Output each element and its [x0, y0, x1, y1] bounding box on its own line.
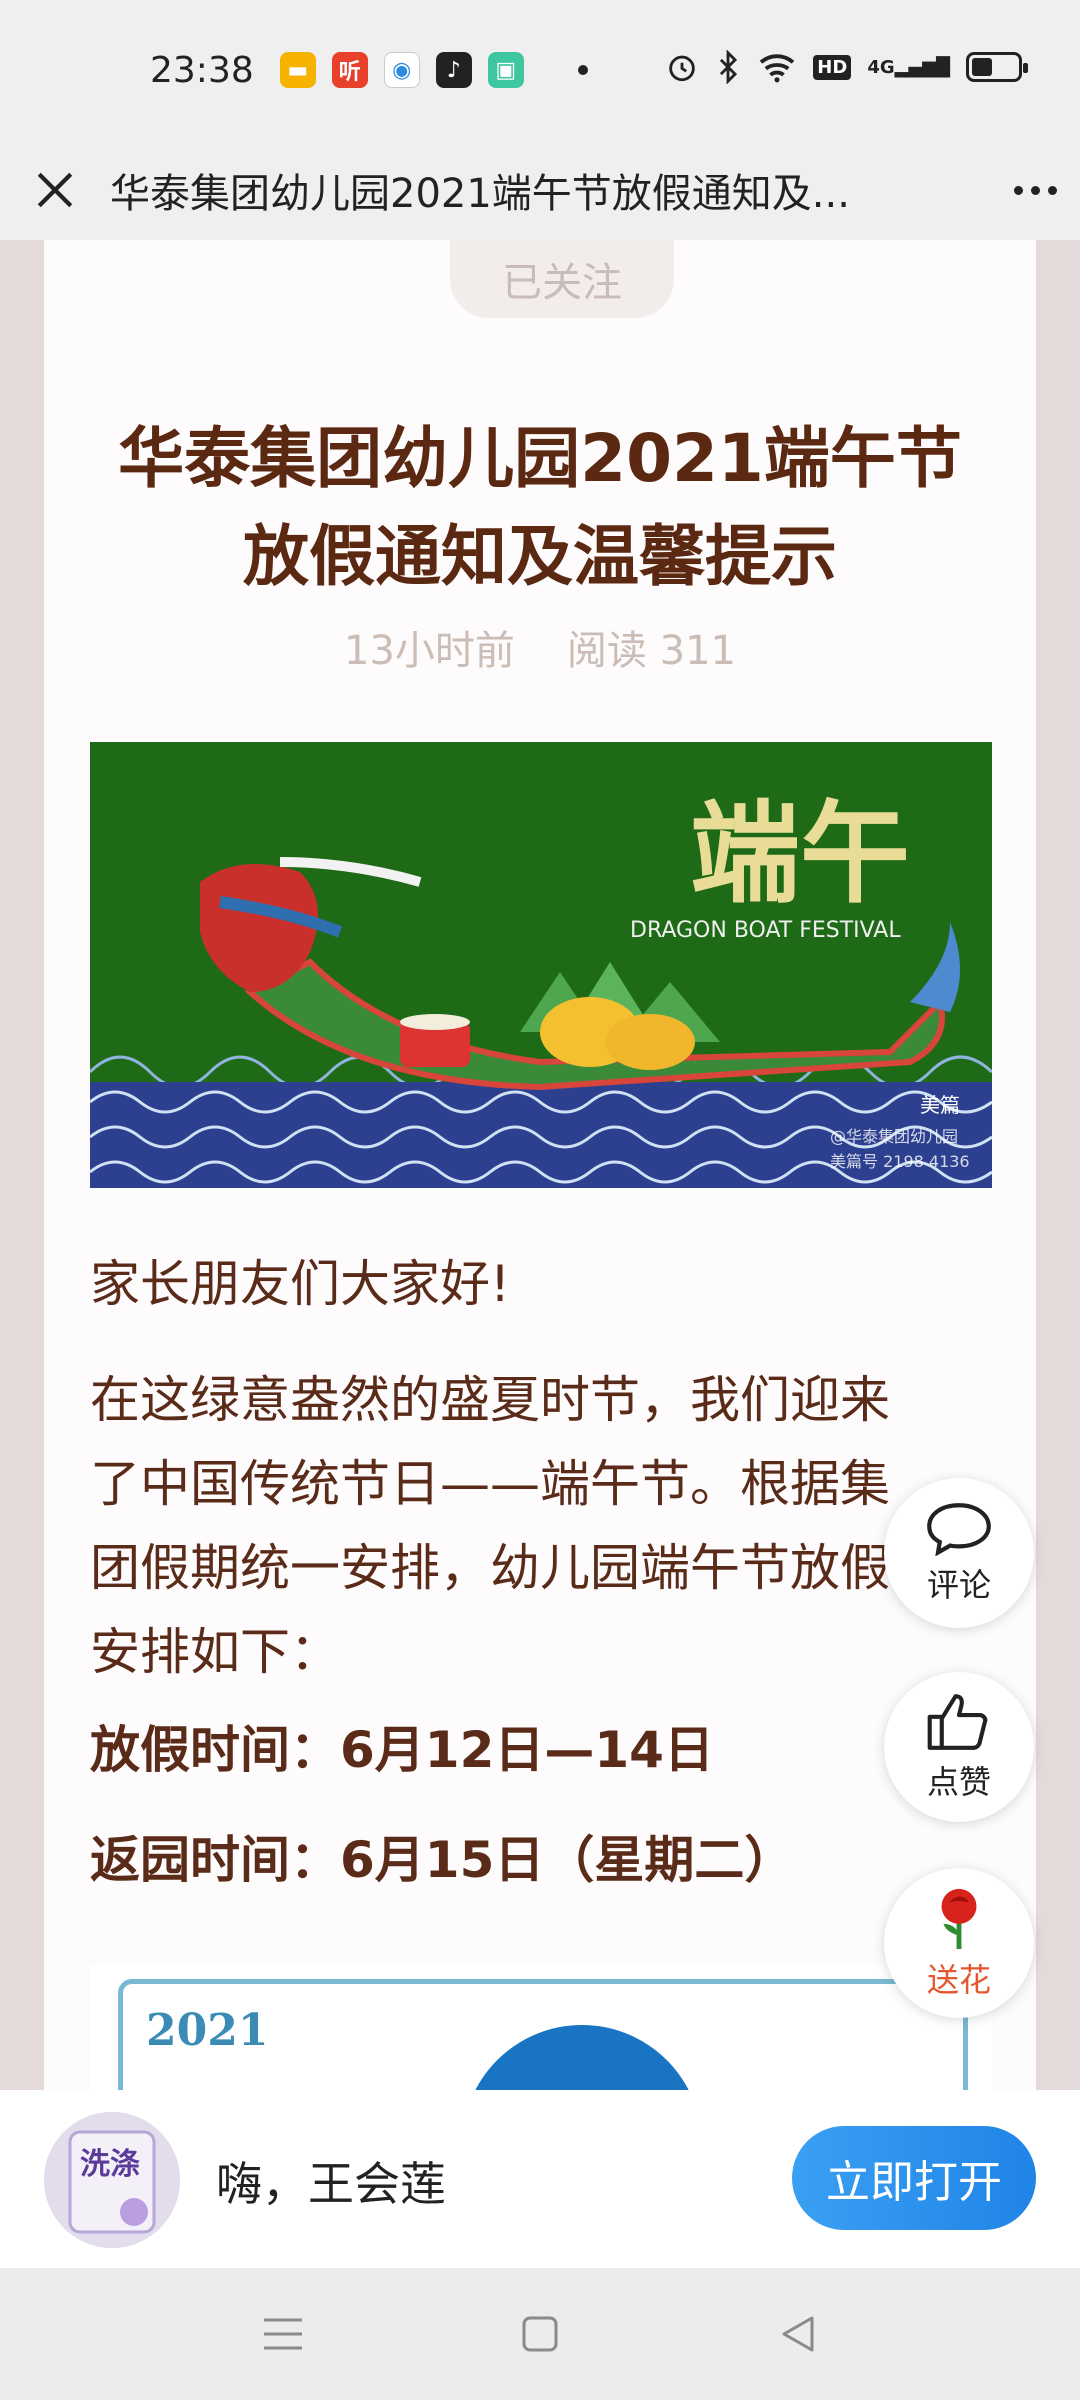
holiday-time-line: 放假时间：6月12日—14日	[90, 1721, 714, 1779]
article-title-line2: 放假通知及温馨提示	[243, 518, 837, 595]
avatar-image: 洗涤	[44, 2112, 180, 2248]
dragon-boat-banner[interactable]: 端午 DRAGON BOAT FESTIVAL 美篇 @华泰集团幼儿园 美篇号 …	[90, 742, 992, 1188]
bluetooth-icon	[720, 50, 738, 84]
body-line-4: 安排如下：	[90, 1623, 340, 1681]
close-button[interactable]	[0, 140, 110, 240]
wifi-icon	[760, 54, 795, 83]
status-time: 23:38	[150, 49, 254, 91]
store-app-icon: ▣	[487, 52, 524, 88]
alarm-icon	[669, 55, 696, 82]
return-time-line: 返园时间：6月15日（星期二）	[90, 1831, 795, 1889]
comment-label: 评论	[926, 1566, 991, 1604]
avatar-text: 洗涤	[80, 2147, 140, 2182]
banner-brand: 美篇	[920, 1093, 960, 1117]
banner-subtitle: DRAGON BOAT FESTIVAL	[630, 918, 901, 943]
banner-watermark-1: @华泰集团幼儿园	[830, 1127, 958, 1146]
more-options-button[interactable]	[990, 140, 1080, 240]
dragon-boat-illustration: 端午 DRAGON BOAT FESTIVAL 美篇 @华泰集团幼儿园 美篇号 …	[90, 742, 992, 1188]
more-dot-icon	[1047, 185, 1057, 195]
listen-app-icon: 听	[331, 52, 368, 88]
banner-title-chars: 端午	[690, 789, 910, 918]
article-title-line1: 华泰集团幼儿园2021端午节	[118, 420, 962, 497]
open-app-bar: 洗涤 嗨，王会莲 立即打开	[0, 2090, 1080, 2268]
like-button[interactable]: 点赞	[884, 1672, 1034, 1822]
banner-watermark-2: 美篇号 2198 4136	[830, 1152, 970, 1171]
signal-icon: 4G▂▄▆█	[867, 56, 950, 78]
body-line-2: 了中国传统节日——端午节。根据集	[90, 1455, 890, 1513]
article-meta: 13小时前 阅读 311	[44, 618, 1036, 676]
user-avatar[interactable]: 洗涤	[44, 2112, 180, 2248]
home-icon[interactable]	[520, 2314, 560, 2354]
notification-dot-icon	[577, 65, 588, 75]
back-icon[interactable]	[778, 2314, 818, 2354]
greeting-paragraph: 家长朋友们大家好!	[90, 1255, 511, 1313]
top-nav-bar: 华泰集团幼儿园2021端午节放假通知及...	[0, 140, 1080, 240]
article-card: 已关注 华泰集团幼儿园2021端午节 放假通知及温馨提示 13小时前 阅读 311	[44, 240, 1036, 2179]
send-flower-button[interactable]: 送花	[884, 1868, 1034, 2018]
body-paragraph: 在这绿意盎然的盛夏时节，我们迎来 了中国传统节日——端午节。根据集 团假期统一安…	[90, 1358, 1020, 1694]
menu-icon[interactable]	[262, 2314, 304, 2354]
notes-app-icon: ▬	[279, 52, 316, 88]
open-now-button[interactable]: 立即打开	[792, 2126, 1036, 2230]
thumbs-up-icon	[927, 1694, 988, 1750]
follow-button[interactable]: 已关注	[450, 240, 674, 318]
more-dot-icon	[1030, 185, 1040, 195]
browser-app-icon: ◉	[383, 52, 420, 88]
hd-icon: HD	[813, 54, 852, 80]
like-label: 点赞	[926, 1763, 991, 1801]
status-bar: 23:38 ▬ 听 ◉ ♪ ▣ HD 4G▂▄▆█	[0, 0, 1080, 140]
more-dot-icon	[1013, 185, 1023, 195]
comment-button[interactable]: 评论	[884, 1478, 1034, 1628]
publish-time: 13小时前	[344, 628, 515, 674]
battery-icon	[966, 52, 1028, 82]
read-count: 阅读 311	[566, 628, 736, 674]
system-nav-bar	[0, 2268, 1080, 2400]
user-greeting: 嗨，王会莲	[216, 2157, 446, 2211]
send-flower-label: 送花	[926, 1961, 991, 1999]
tiktok-app-icon: ♪	[435, 52, 472, 88]
calendar-year: 2021	[146, 2005, 269, 2056]
close-icon	[37, 172, 73, 208]
nav-title: 华泰集团幼儿园2021端午节放假通知及...	[110, 171, 850, 217]
comment-icon	[927, 1503, 991, 1556]
rose-icon	[941, 1888, 977, 1950]
body-line-1: 在这绿意盎然的盛夏时节，我们迎来	[90, 1371, 890, 1429]
body-line-3: 团假期统一安排，幼儿园端午节放假	[90, 1539, 890, 1597]
article-title: 华泰集团幼儿园2021端午节 放假通知及温馨提示	[74, 410, 1006, 606]
status-indicators: HD 4G▂▄▆█	[665, 50, 1028, 84]
